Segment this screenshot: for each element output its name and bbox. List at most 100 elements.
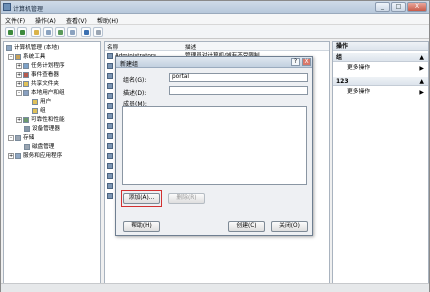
tree-node-users[interactable]: 用户 — [32, 98, 51, 106]
members-list[interactable] — [122, 106, 307, 185]
chevron-right-icon: ▶ — [419, 65, 424, 72]
add-member-button[interactable]: 添加(A)... — [123, 193, 160, 204]
group-icon — [107, 152, 113, 159]
maximize-button[interactable]: □ — [391, 2, 406, 12]
up-folder-icon[interactable] — [31, 27, 41, 37]
storage-icon — [15, 134, 21, 141]
close-dialog-button[interactable]: 关闭(O) — [271, 221, 308, 232]
dialog-close-icon[interactable]: X — [302, 58, 311, 66]
chevron-right-icon: ▶ — [419, 89, 424, 96]
device-manager-icon — [24, 125, 30, 132]
column-name[interactable]: 名称 — [107, 43, 118, 51]
computer-management-window: 计算机管理 _ □ X 文件(F) 操作(A) 查看(V) 帮助(H) 计算机管… — [0, 0, 430, 292]
group-icon — [107, 72, 113, 79]
help-button[interactable]: 帮助(H) — [123, 221, 160, 232]
collapse-icon[interactable]: - — [8, 134, 14, 141]
event-viewer-icon — [23, 71, 29, 78]
disk-icon — [24, 143, 30, 150]
actions-section-groups[interactable]: 组 ▲ — [333, 53, 428, 62]
minimize-button[interactable]: _ — [375, 2, 390, 12]
column-description[interactable]: 描述 — [185, 43, 196, 51]
group-name-field[interactable]: portal — [169, 73, 308, 82]
dialog-title-bar: 新建组 ? X — [116, 57, 312, 68]
show-tree-icon[interactable] — [43, 27, 53, 37]
scheduler-icon — [23, 62, 29, 69]
group-icon — [107, 162, 113, 169]
folder-icon — [23, 80, 29, 87]
description-label: 描述(D): — [123, 90, 147, 97]
tree-node-root[interactable]: 计算机管理 (本地) — [6, 44, 59, 52]
menu-view[interactable]: 查看(V) — [66, 16, 87, 25]
performance-icon — [23, 116, 29, 123]
menu-help[interactable]: 帮助(H) — [97, 16, 118, 25]
group-icon — [107, 172, 113, 179]
tree-node-event-viewer[interactable]: + 事件查看器 — [16, 71, 59, 79]
menu-bar: 文件(F) 操作(A) 查看(V) 帮助(H) — [1, 14, 429, 25]
group-icon — [107, 132, 113, 139]
group-icon — [107, 112, 113, 119]
collapse-icon: ▲ — [419, 78, 424, 85]
tree-node-performance[interactable]: + 可靠性和性能 — [16, 116, 65, 124]
group-icon — [107, 122, 113, 129]
window-title: 计算机管理 — [13, 6, 44, 13]
refresh-icon[interactable] — [55, 27, 65, 37]
group-name-label: 组名(G): — [123, 77, 147, 84]
group-icon — [107, 192, 113, 199]
menu-action[interactable]: 操作(A) — [35, 16, 56, 25]
navigation-tree: 计算机管理 (本地) - 系统工具 + 任务计划程序 + 事件查看器 + 共享文件夹 -… — [3, 41, 101, 289]
group-icon — [107, 102, 113, 109]
actions-pane: 操作 组 ▲ 更多操作 ▶ 123 ▲ 更多操作 ▶ — [332, 41, 429, 289]
group-icon — [107, 82, 113, 89]
tree-node-system-tools[interactable]: - 系统工具 — [8, 53, 45, 61]
folder-icon — [32, 98, 38, 105]
group-icon — [107, 62, 113, 69]
forward-icon[interactable] — [17, 27, 27, 37]
create-button[interactable]: 创建(C) — [228, 221, 265, 232]
dialog-title: 新建组 — [120, 61, 139, 68]
group-icon — [107, 182, 113, 189]
menu-file[interactable]: 文件(F) — [5, 16, 25, 25]
expand-icon[interactable]: + — [16, 62, 22, 69]
dialog-help-icon[interactable]: ? — [291, 58, 300, 66]
help-icon[interactable] — [81, 27, 91, 37]
properties-icon[interactable] — [93, 27, 103, 37]
tree-node-shared-folders[interactable]: + 共享文件夹 — [16, 80, 59, 88]
expand-icon[interactable]: + — [8, 152, 14, 159]
back-icon[interactable] — [5, 27, 15, 37]
more-actions-2[interactable]: 更多操作 ▶ — [333, 88, 428, 97]
list-header: 名称 描述 — [105, 42, 329, 51]
tree-node-task-scheduler[interactable]: + 任务计划程序 — [16, 62, 65, 70]
toolbar — [1, 25, 429, 39]
tree-node-local-users[interactable]: - 本地用户和组 — [16, 89, 65, 97]
collapse-icon[interactable]: - — [16, 89, 22, 96]
expand-icon[interactable]: + — [16, 71, 22, 78]
tree-node-disk-management[interactable]: 磁盘管理 — [24, 143, 54, 151]
description-field[interactable] — [169, 86, 308, 95]
expand-icon[interactable]: + — [16, 116, 22, 123]
close-button[interactable]: X — [407, 2, 427, 12]
computer-icon — [6, 44, 12, 51]
export-icon[interactable] — [67, 27, 77, 37]
tree-node-services[interactable]: + 服务和应用程序 — [8, 152, 62, 160]
group-icon — [107, 92, 113, 99]
more-actions-1[interactable]: 更多操作 ▶ — [333, 64, 428, 73]
collapse-icon: ▲ — [419, 54, 424, 61]
expand-icon[interactable]: + — [16, 80, 22, 87]
horizontal-scrollbar[interactable] — [1, 283, 429, 292]
users-group-icon — [23, 89, 29, 96]
new-group-dialog: 新建组 ? X 组名(G): portal 描述(D): 成员(M): 添加(A… — [115, 56, 313, 236]
tree-node-device-manager[interactable]: 设备管理器 — [24, 125, 60, 133]
folder-icon — [32, 107, 38, 114]
tree-node-groups[interactable]: 组 — [32, 107, 46, 115]
app-icon — [3, 3, 11, 11]
tools-icon — [15, 53, 21, 60]
actions-section-selected[interactable]: 123 ▲ — [333, 77, 428, 86]
group-icon — [107, 52, 113, 59]
tree-node-storage[interactable]: - 存储 — [8, 134, 34, 142]
collapse-icon[interactable]: - — [8, 53, 14, 60]
group-icon — [107, 142, 113, 149]
services-icon — [15, 152, 21, 159]
remove-member-button[interactable]: 删除(R) — [168, 193, 205, 204]
title-bar: 计算机管理 _ □ X — [1, 1, 429, 14]
actions-header: 操作 — [333, 42, 428, 51]
